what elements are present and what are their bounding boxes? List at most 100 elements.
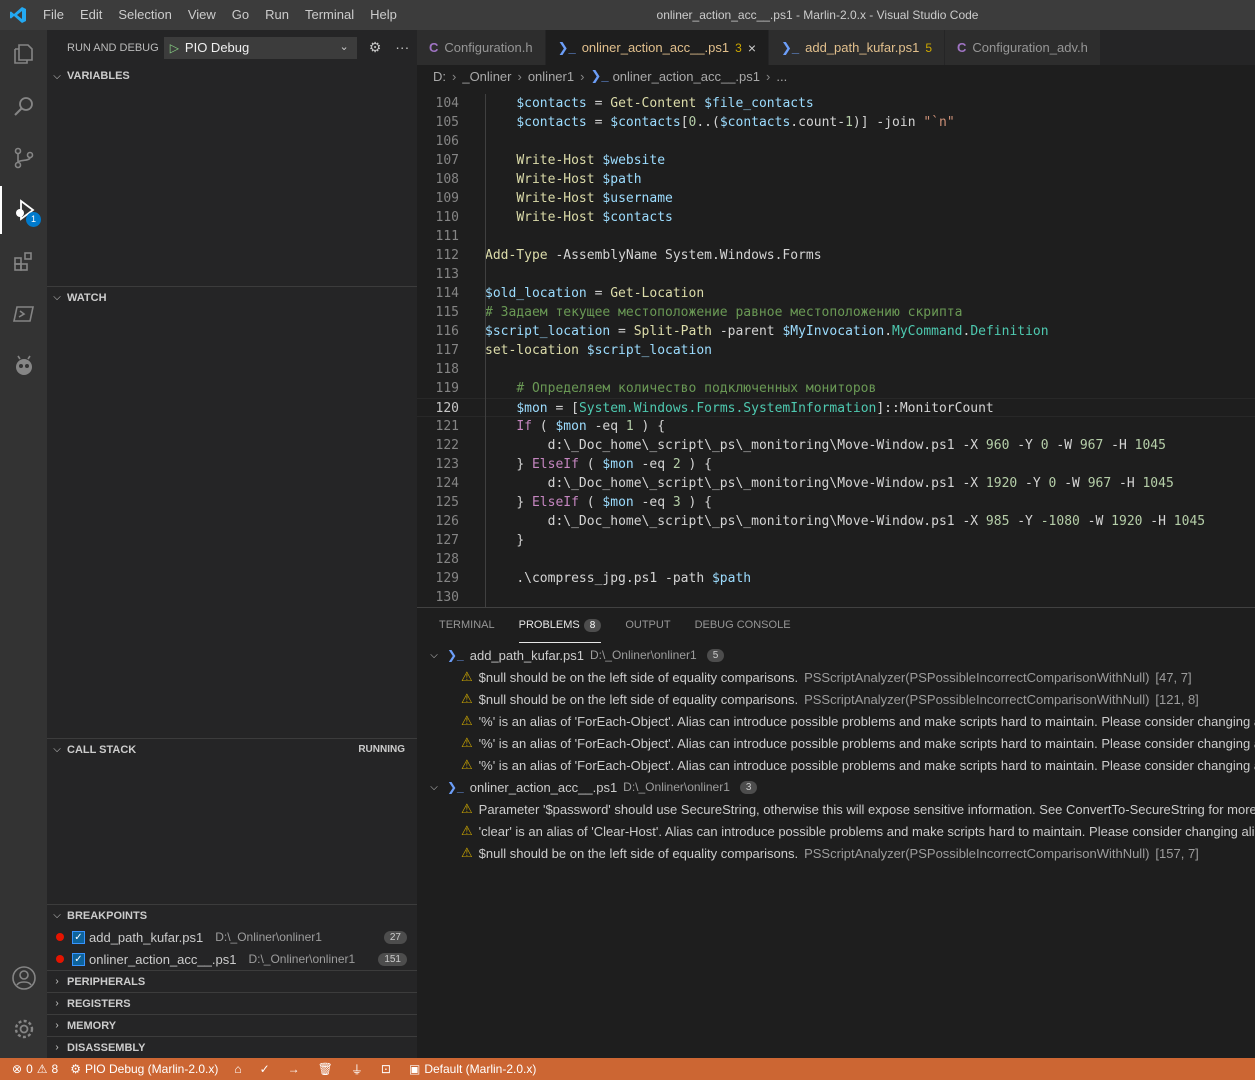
problem-file-group[interactable]: ⌵ ❯_ add_path_kufar.ps1 D:\_Onliner\onliner…: [417, 644, 1255, 666]
code-line[interactable]: 124 d:\_Doc_home\_script\_ps\_monitoring…: [417, 474, 1255, 493]
debug-run-icon: ⚙: [70, 1062, 81, 1076]
breakpoint-file: onliner_action_acc__.ps1: [89, 951, 237, 967]
section-peripherals[interactable]: › PERIPHERALS: [47, 970, 417, 992]
code-line[interactable]: 127 }: [417, 531, 1255, 550]
problem-item[interactable]: ⚠ Parameter '$password' should use Secure…: [417, 798, 1255, 820]
problem-item[interactable]: ⚠ '%' is an alias of 'ForEach-Object'. Al…: [417, 732, 1255, 754]
menu-item-file[interactable]: File: [35, 0, 72, 30]
editor-tab[interactable]: C Configuration.h: [417, 30, 546, 65]
code-line[interactable]: 115 # Задаем текущее местоположение равно…: [417, 303, 1255, 322]
code-line[interactable]: 118: [417, 360, 1255, 379]
code-line[interactable]: 126 d:\_Doc_home\_script\_ps\_monitoring…: [417, 512, 1255, 531]
account-icon[interactable]: [0, 954, 47, 1002]
section-watch[interactable]: ⌵ WATCH: [47, 286, 417, 308]
code-line[interactable]: 128: [417, 550, 1255, 569]
problem-item[interactable]: ⚠ 'clear' is an alias of 'Clear-Host'. Al…: [417, 820, 1255, 842]
code-line[interactable]: 116 $script_location = Split-Path -parent…: [417, 322, 1255, 341]
code-editor[interactable]: 104 $contacts = Get-Content $file_contac…: [417, 87, 1255, 607]
code-line[interactable]: 117 set-location $script_location: [417, 341, 1255, 360]
close-icon[interactable]: ×: [748, 40, 756, 56]
panel-tab-problems[interactable]: PROBLEMS 8: [518, 608, 602, 643]
run-debug-icon[interactable]: 1: [0, 186, 47, 234]
code-line[interactable]: 120 $mon = [System.Windows.Forms.SystemI…: [417, 398, 1255, 417]
code-line[interactable]: 122 d:\_Doc_home\_script\_ps\_monitoring…: [417, 436, 1255, 455]
menu-item-go[interactable]: Go: [224, 0, 257, 30]
panel-tab-output[interactable]: OUTPUT: [625, 608, 670, 643]
menu-item-terminal[interactable]: Terminal: [297, 0, 362, 30]
code-line[interactable]: 110 Write-Host $contacts: [417, 208, 1255, 227]
problem-item[interactable]: ⚠ $null should be on the left side of equ…: [417, 842, 1255, 864]
more-actions-icon[interactable]: ···: [395, 39, 409, 56]
menu-item-edit[interactable]: Edit: [72, 0, 110, 30]
breakpoint-checkbox[interactable]: ✓: [72, 952, 85, 966]
source-control-icon[interactable]: [0, 134, 47, 182]
code-token: =: [586, 115, 611, 130]
menu-item-selection[interactable]: Selection: [110, 0, 179, 30]
debug-settings-gear-icon[interactable]: ⚙: [369, 39, 382, 56]
code-line[interactable]: 130: [417, 588, 1255, 607]
code-line[interactable]: 121 If ( $mon -eq 1 ) {: [417, 417, 1255, 436]
breadcrumb-item[interactable]: ...: [776, 69, 787, 84]
problem-item[interactable]: ⚠ $null should be on the left side of equ…: [417, 688, 1255, 710]
search-icon[interactable]: [0, 82, 47, 130]
extensions-icon[interactable]: [0, 238, 47, 286]
problem-item[interactable]: ⚠ $null should be on the left side of equ…: [417, 666, 1255, 688]
code-line[interactable]: 113: [417, 265, 1255, 284]
home-icon[interactable]: ⌂: [234, 1062, 241, 1076]
editor-tab[interactable]: ❯_ onliner_action_acc__.ps1 3 ×: [545, 30, 769, 65]
serial-plug-icon[interactable]: ⏚: [351, 1061, 363, 1078]
debug-config-select[interactable]: ▷ PIO Debug ⌄: [163, 36, 357, 59]
start-debug-icon[interactable]: ▷: [170, 41, 179, 55]
breadcrumb-item[interactable]: _Onliner: [462, 69, 511, 84]
code-token: -Y: [1017, 476, 1049, 491]
section-disassembly[interactable]: › DISASSEMBLY: [47, 1036, 417, 1058]
project-env[interactable]: ▣ Default (Marlin-2.0.x): [409, 1062, 536, 1076]
code-line[interactable]: 111: [417, 227, 1255, 246]
explorer-icon[interactable]: [0, 30, 47, 78]
clean-trash-icon[interactable]: 🗑: [318, 1062, 333, 1076]
settings-gear-icon[interactable]: [0, 1005, 47, 1053]
code-line[interactable]: 107 Write-Host $website: [417, 151, 1255, 170]
problems-status[interactable]: ⊗ 0 ⚠ 8: [12, 1062, 58, 1076]
platformio-icon[interactable]: [0, 342, 47, 390]
section-registers[interactable]: › REGISTERS: [47, 992, 417, 1014]
section-breakpoints[interactable]: ⌵ BREAKPOINTS: [47, 904, 417, 926]
debug-status[interactable]: ⚙ PIO Debug (Marlin-2.0.x): [70, 1062, 218, 1076]
panel-tab-terminal[interactable]: TERMINAL: [439, 608, 495, 643]
code-token: }: [516, 495, 532, 510]
powershell-icon[interactable]: [0, 290, 47, 338]
code-line[interactable]: 106: [417, 132, 1255, 151]
code-line[interactable]: 109 Write-Host $username: [417, 189, 1255, 208]
editor-tab[interactable]: ❯_ add_path_kufar.ps1 5: [769, 30, 946, 65]
breakpoint-checkbox[interactable]: ✓: [72, 930, 85, 944]
section-memory[interactable]: › MEMORY: [47, 1014, 417, 1036]
code-line[interactable]: 114 $old_location = Get-Location: [417, 284, 1255, 303]
menu-item-view[interactable]: View: [180, 0, 224, 30]
panel-tab-debug-console[interactable]: DEBUG CONSOLE: [695, 608, 791, 643]
code-token: )] -join: [852, 115, 924, 130]
code-line[interactable]: 125 } ElseIf ( $mon -eq 3 ) {: [417, 493, 1255, 512]
problem-file-group[interactable]: ⌵ ❯_ onliner_action_acc__.ps1 D:\_Onliner\o…: [417, 776, 1255, 798]
breadcrumb-item[interactable]: D:: [433, 69, 446, 84]
breadcrumb-item[interactable]: onliner1: [528, 69, 574, 84]
editor-tab[interactable]: C Configuration_adv.h: [945, 30, 1101, 65]
upload-arrow-icon[interactable]: →: [288, 1062, 300, 1076]
problem-item[interactable]: ⚠ '%' is an alias of 'ForEach-Object'. Al…: [417, 754, 1255, 776]
code-line[interactable]: 108 Write-Host $path: [417, 170, 1255, 189]
code-line[interactable]: 112 Add-Type -AssemblyName System.Windows…: [417, 246, 1255, 265]
problem-item[interactable]: ⚠ '%' is an alias of 'ForEach-Object'. Al…: [417, 710, 1255, 732]
code-line[interactable]: 129 .\compress_jpg.ps1 -path $path: [417, 569, 1255, 588]
terminal-icon[interactable]: ⊡: [381, 1062, 391, 1076]
section-call-stack[interactable]: ⌵ CALL STACK RUNNING: [47, 738, 417, 760]
code-line[interactable]: 119 # Определяем количество подключенных…: [417, 379, 1255, 398]
code-line[interactable]: 104 $contacts = Get-Content $file_contac…: [417, 94, 1255, 113]
menu-item-run[interactable]: Run: [257, 0, 297, 30]
code-line[interactable]: 123 } ElseIf ( $mon -eq 2 ) {: [417, 455, 1255, 474]
build-check-icon[interactable]: ✓: [260, 1062, 270, 1076]
section-variables[interactable]: ⌵ VARIABLES: [47, 65, 417, 87]
code-line[interactable]: 105 $contacts = $contacts[0..($contacts.…: [417, 113, 1255, 132]
breakpoint-row[interactable]: ✓ onliner_action_acc__.ps1 D:\_Onliner\o…: [47, 948, 417, 970]
breadcrumb-item[interactable]: onliner_action_acc__.ps1: [613, 69, 760, 84]
menu-item-help[interactable]: Help: [362, 0, 405, 30]
breakpoint-row[interactable]: ✓ add_path_kufar.ps1 D:\_Onliner\onliner…: [47, 926, 417, 948]
